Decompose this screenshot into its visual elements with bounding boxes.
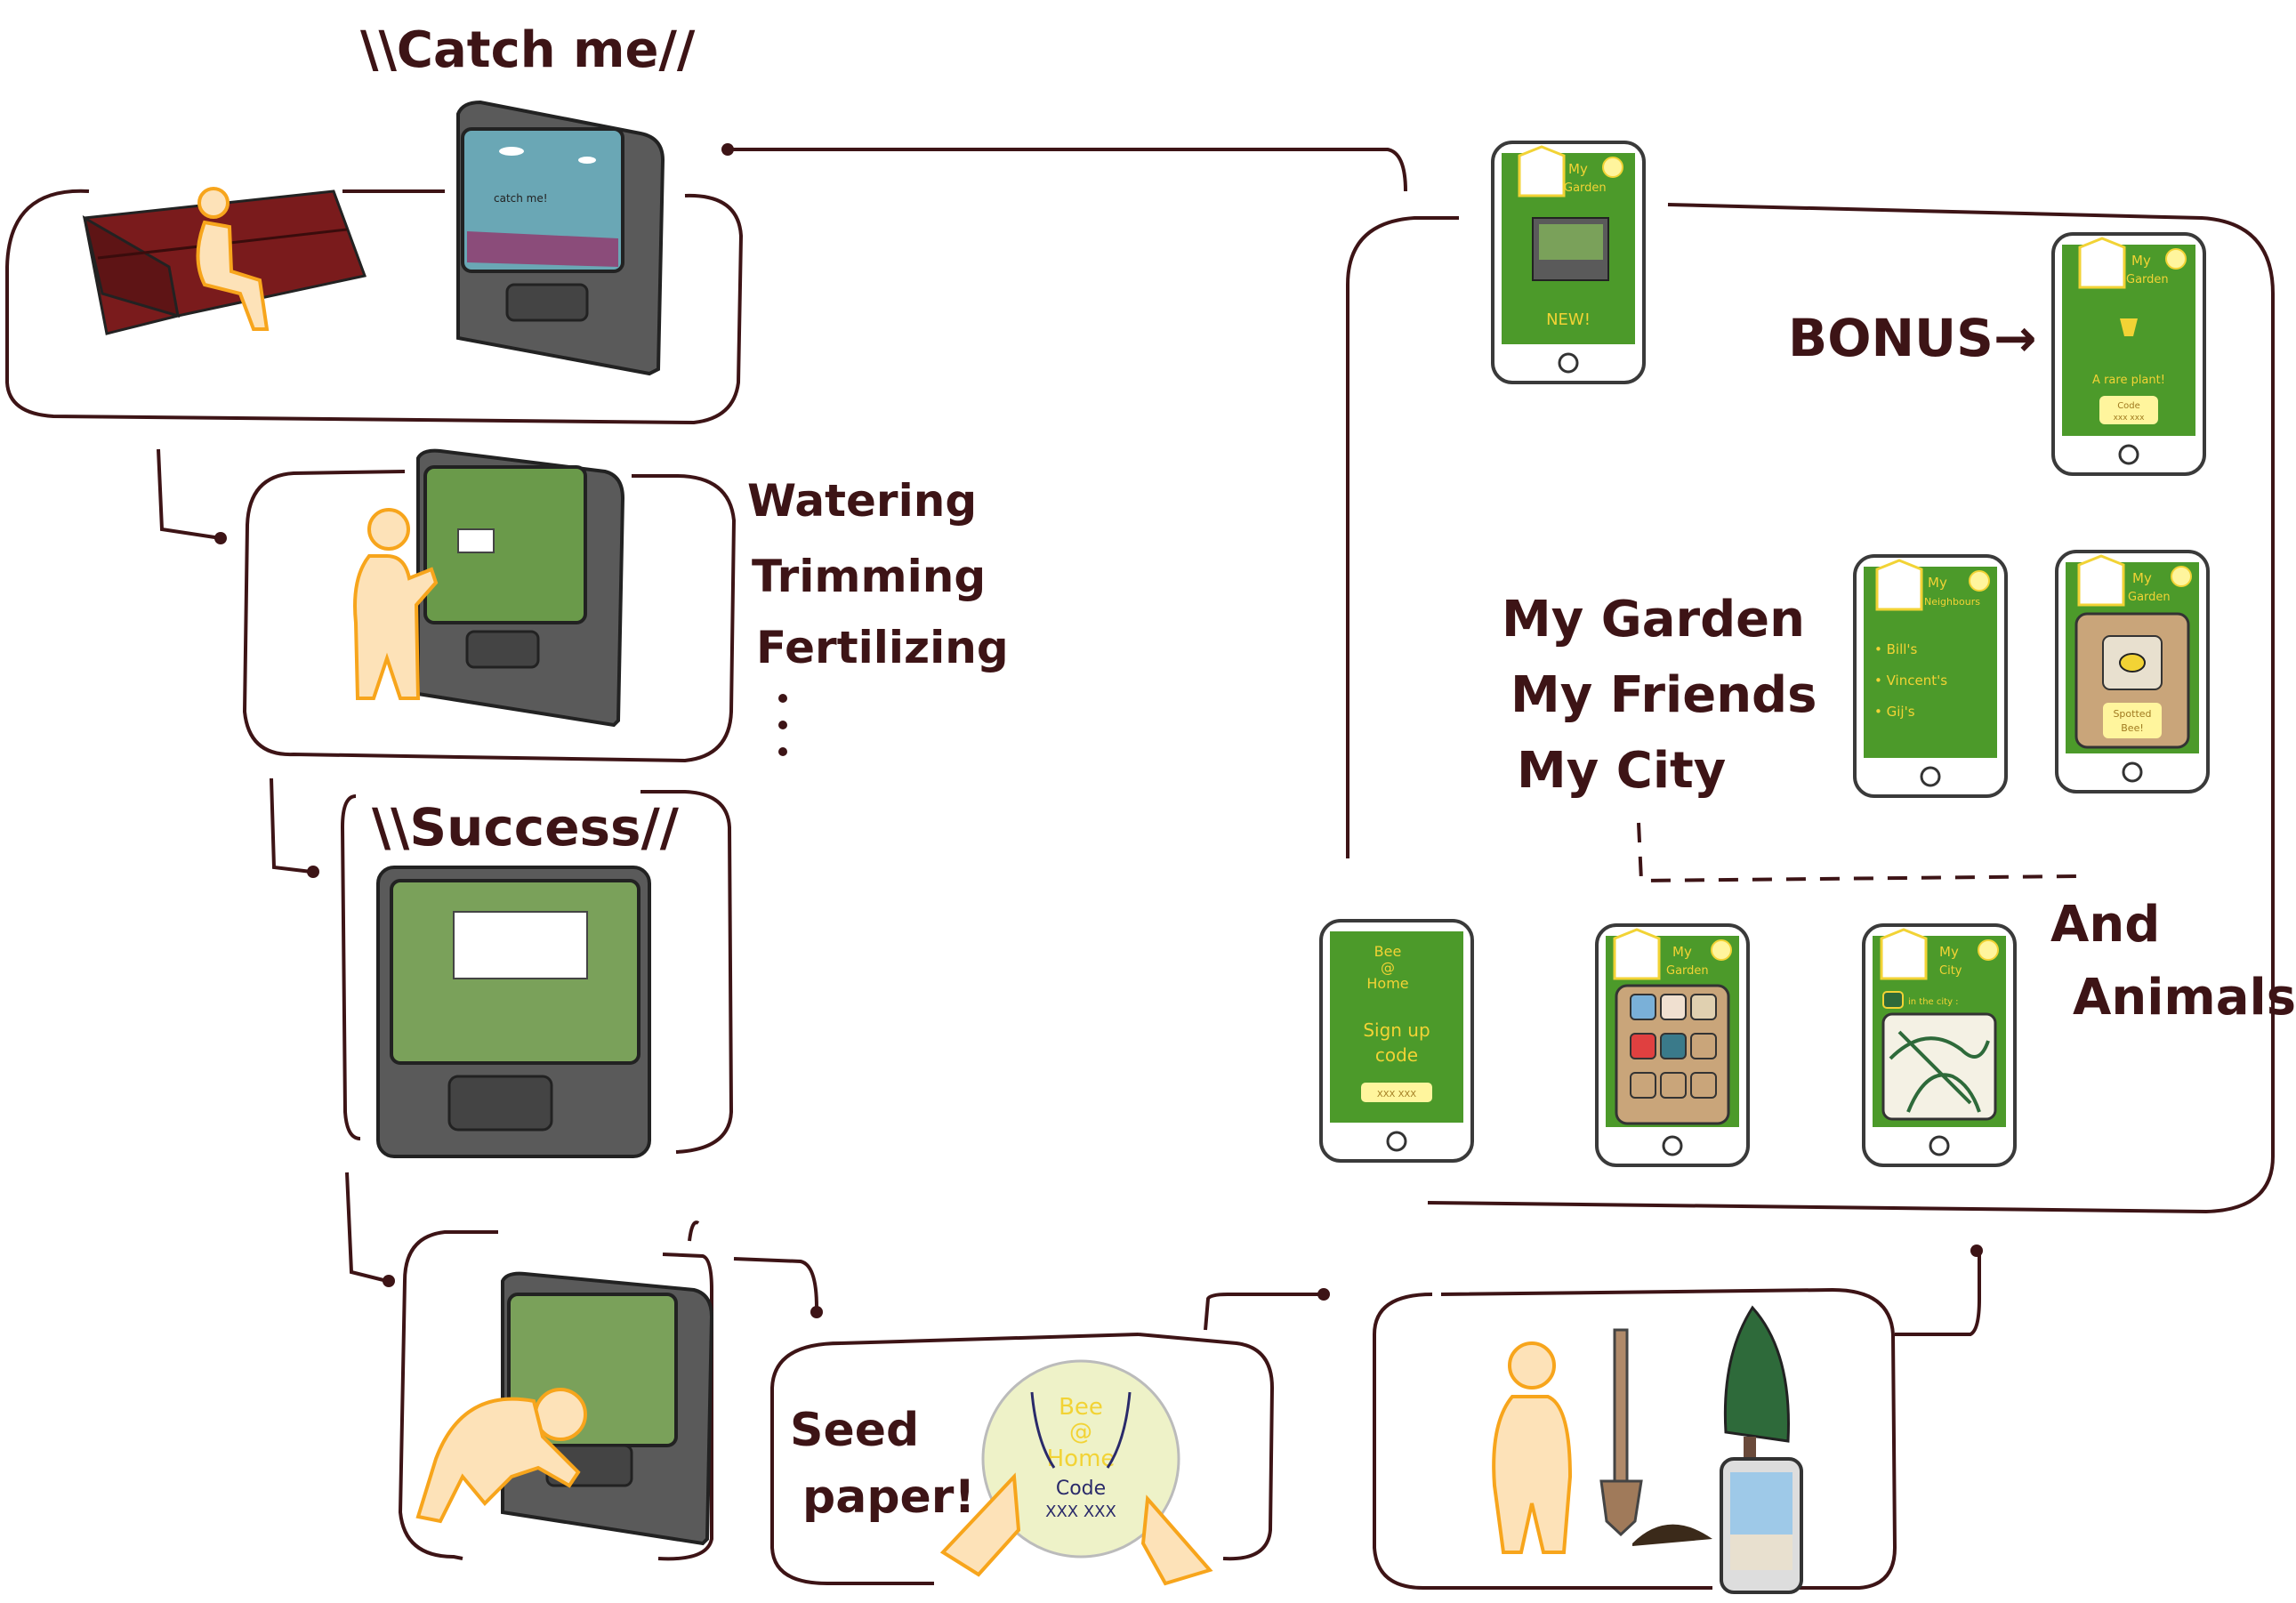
action-watering: Watering (747, 475, 977, 527)
connector-2 (270, 777, 312, 874)
city-map[interactable] (1881, 1012, 1997, 1121)
frame-planting (1373, 1287, 1897, 1594)
frame-catch-me: catch me! \\Catch me// (5, 21, 744, 425)
seed-brand-1: Bee (1059, 1394, 1103, 1421)
seed-brand-3: Home (1047, 1446, 1116, 1472)
phone-spotted-bee: My Garden Spotted Bee! (2055, 550, 2210, 793)
phone4-message-2: Bee! (2121, 722, 2144, 734)
bee-icon (2119, 653, 2146, 673)
and-animals-label-1: And (2050, 896, 2160, 954)
phone5-brand-2: @ (1381, 959, 1395, 976)
kiosk-watering (416, 448, 625, 728)
connector-3 (345, 1172, 388, 1283)
phone4-message-1: Spotted (2113, 708, 2151, 720)
section-my-friends: My Friends (1511, 666, 1817, 724)
phone3-title-1: My (1928, 575, 1947, 591)
kiosk-screen-catch: catch me! (456, 100, 665, 376)
phone4-title-1: My (2132, 570, 2152, 586)
phone2-message: A rare plant! (2092, 374, 2165, 387)
tree-icon (1723, 1305, 1790, 1472)
kiosk-success (376, 866, 651, 1158)
garden-grid-cells[interactable] (1630, 994, 1717, 1099)
phone7-title-1: My (1939, 944, 1959, 960)
connector-6 (1895, 1254, 1981, 1336)
kiosk-catch-text: catch me! (494, 192, 548, 205)
section-my-garden: My Garden (1502, 591, 1805, 648)
connector-5 (1204, 1293, 1321, 1331)
phone2-title-1: My (2131, 253, 2151, 269)
phone-bonus: My Garden A rare plant! Code xxx xxx (2051, 232, 2206, 476)
dashed-link (1637, 822, 2078, 883)
phone-my-city: My City in the city : (1862, 923, 2017, 1167)
phone2-title-2: Garden (2126, 273, 2169, 286)
phone-signup: Bee @ Home Sign up code XXX XXX (1319, 919, 1474, 1163)
connector-1 (157, 448, 222, 540)
phone1-title-1: My (1568, 161, 1588, 177)
more-actions-dots (778, 694, 787, 756)
phone5-code: XXX XXX (1377, 1090, 1416, 1100)
action-fertilizing: Fertilizing (756, 622, 1009, 673)
action-trimming: Trimming (752, 551, 986, 602)
section-my-city: My City (1517, 742, 1726, 800)
connector-kiosk-phone (729, 148, 1407, 192)
phone-neighbours: My Neighbours • Bill's • Vincent's • Gij… (1853, 554, 2008, 798)
phone-garden-grid: My Garden (1595, 923, 1750, 1167)
frame-print-seedpaper (398, 1220, 714, 1561)
and-animals-label-2: Animals (2073, 969, 2296, 1027)
seed-paper-label-2: paper! (802, 1470, 975, 1524)
phone5-brand-3: Home (1366, 975, 1408, 992)
person-standing-icon (1492, 1341, 1573, 1554)
phone6-title-1: My (1672, 944, 1692, 960)
phone1-new-badge: NEW! (1546, 310, 1591, 329)
neighbour-item[interactable]: • Gij's (1874, 704, 1915, 720)
phone6-title-2: Garden (1666, 964, 1709, 978)
phone2-code-value: xxx xxx (2114, 414, 2145, 423)
phone5-line-1: Sign up (1363, 1019, 1430, 1041)
neighbour-item[interactable]: • Bill's (1874, 641, 1918, 657)
phone5-line-2: code (1375, 1044, 1418, 1066)
shovel-icon (1599, 1328, 1643, 1537)
seed-brand-2: @ (1069, 1419, 1092, 1446)
phone7-title-2: City (1939, 964, 1962, 978)
neighbour-item[interactable]: • Vincent's (1874, 673, 1947, 689)
storyboard-canvas: catch me! \\Catch me// Watering Trimming… (5, 21, 2296, 1594)
seed-paper-label-1: Seed (790, 1404, 919, 1457)
phone-garden-new: My Garden NEW! (1491, 141, 1646, 384)
catch-me-label: \\Catch me// (360, 21, 696, 79)
connector-4 (733, 1257, 818, 1309)
seed-code-value: XXX XXX (1045, 1502, 1116, 1521)
frame-success: \\Success// (340, 790, 734, 1158)
bonus-label: BONUS→ (1788, 308, 2037, 368)
frame-seed-paper: Bee @ Home Code XXX XXX Seed paper! (770, 1333, 1275, 1586)
phone1-title-2: Garden (1564, 181, 1607, 195)
phone4-title-2: Garden (2128, 591, 2171, 604)
phone5-brand-1: Bee (1374, 943, 1402, 960)
success-label: \\Success// (372, 797, 680, 858)
phone7-caption: in the city : (1908, 997, 1959, 1007)
seed-code-label: Code (1056, 1478, 1106, 1500)
phone3-title-2: Neighbours (1924, 596, 1980, 608)
frame-watering: Watering Trimming Fertilizing (242, 448, 1009, 763)
phone-in-hand-icon (1720, 1457, 1803, 1594)
phone2-code-label: Code (2117, 401, 2140, 411)
